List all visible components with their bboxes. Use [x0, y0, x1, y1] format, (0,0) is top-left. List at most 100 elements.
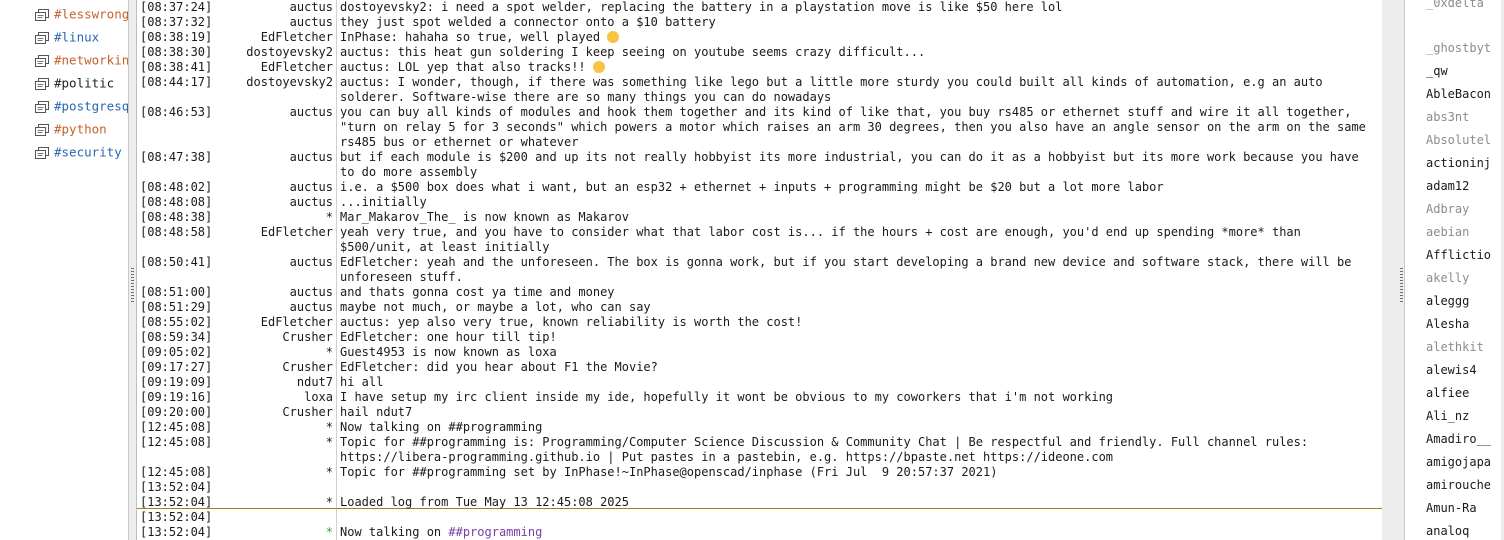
message-nick[interactable]: *	[201, 465, 333, 479]
message-text: EdFletcher: did you hear about F1 the Mo…	[340, 360, 658, 374]
message-text: auctus: yep also very true, known reliab…	[340, 315, 803, 329]
channel-label: #lesswrong	[54, 6, 129, 22]
left-splitter-grip[interactable]	[131, 268, 134, 302]
message-text: EdFletcher: yeah and the unforeseen. The…	[340, 255, 1359, 284]
message-text: auctus: this heat gun soldering I keep s…	[340, 45, 926, 59]
message-nick[interactable]: dostoyevsky2	[201, 75, 333, 89]
channel-icon	[34, 122, 50, 138]
user-list-item[interactable]: amigojapa	[1426, 455, 1491, 470]
message-text: yeah very true, and you have to consider…	[340, 225, 1309, 254]
user-list-item[interactable]: Adbray	[1426, 202, 1469, 217]
nick-column-separator	[336, 0, 337, 540]
user-list-item[interactable]: actioninj	[1426, 156, 1491, 171]
user-list-item[interactable]: alewis4	[1426, 363, 1477, 378]
message-text: hail ndut7	[340, 405, 413, 419]
message-nick[interactable]: auctus	[201, 285, 333, 299]
emoji-icon	[607, 31, 620, 43]
message-nick[interactable]: *	[201, 435, 333, 449]
user-list-item[interactable]: AbleBacon	[1426, 87, 1491, 102]
message-timestamp: [13:52:04]	[140, 510, 213, 524]
user-list-item[interactable]: Afflictio	[1426, 248, 1491, 263]
channel-label: #politic	[54, 75, 115, 91]
channel-label: #postgresql	[54, 98, 129, 114]
channel-item[interactable]: #python	[34, 119, 128, 139]
message-nick[interactable]: ndut7	[201, 375, 333, 389]
emoji-icon	[592, 61, 605, 73]
user-list-item[interactable]: alethkit	[1426, 340, 1484, 355]
channel-item[interactable]: #postgresql	[34, 96, 129, 116]
message-nick[interactable]: auctus	[201, 0, 333, 14]
channel-item[interactable]: #security	[34, 142, 128, 162]
message-text: Now talking on ##programming	[340, 525, 543, 539]
user-list-item[interactable]: adam12	[1426, 179, 1469, 194]
message-nick[interactable]: *	[201, 525, 333, 539]
message-nick[interactable]: *	[201, 495, 333, 509]
user-list-item[interactable]: Absolutel	[1426, 133, 1491, 148]
message-nick[interactable]: Crusher	[201, 360, 333, 374]
message-nick[interactable]: *	[201, 210, 333, 224]
message-text: auctus: LOL yep that also tracks!!	[340, 60, 1372, 75]
message-nick[interactable]: dostoyevsky2	[201, 45, 333, 59]
message-nick[interactable]: EdFletcher	[201, 30, 333, 44]
message-text: ...initially	[340, 195, 427, 209]
chat-text-area[interactable]: [08:37:24] auctus dostoyevsky2: i need a s…	[136, 0, 1383, 540]
message-text: EdFletcher: one hour till tip!	[340, 330, 557, 344]
message-text: they just spot welded a connector onto a…	[340, 15, 716, 29]
user-list-item[interactable]: alfiee	[1426, 386, 1469, 401]
message-text: Now talking on ##programming	[340, 420, 543, 434]
user-list-item[interactable]: _ghostbyt	[1426, 41, 1491, 56]
message-nick[interactable]: auctus	[201, 150, 333, 164]
message-nick[interactable]: auctus	[201, 15, 333, 29]
message-nick[interactable]: Crusher	[201, 405, 333, 419]
message-text: Topic for ##programming set by InPhase!~…	[340, 465, 998, 479]
message-text: you can buy all kinds of modules and hoo…	[340, 105, 1374, 149]
message-timestamp: [13:52:04]	[140, 480, 213, 494]
user-list-item[interactable]: analoq	[1426, 524, 1469, 539]
channel-icon	[34, 7, 50, 23]
channel-icon	[34, 145, 50, 161]
message-nick[interactable]: EdFletcher	[201, 225, 333, 239]
user-list-item[interactable]: Amun-Ra	[1426, 501, 1477, 516]
user-list-item[interactable]: aebian	[1426, 225, 1469, 240]
right-splitter-grip[interactable]	[1400, 268, 1403, 302]
message-text: and thats gonna cost ya time and money	[340, 285, 615, 299]
user-list-item[interactable]: Amadiro__	[1426, 432, 1491, 447]
message-text: I have setup my irc client inside my ide…	[340, 390, 1114, 404]
message-text: dostoyevsky2: i need a spot welder, repl…	[340, 0, 1063, 14]
channel-item[interactable]: #linux	[34, 27, 128, 47]
message-nick[interactable]: *	[201, 420, 333, 434]
message-text: InPhase: hahaha so true, well played	[340, 30, 1372, 45]
user-list-item[interactable]: akelly	[1426, 271, 1469, 286]
channel-item[interactable]: #lesswrong	[34, 4, 129, 24]
channel-link[interactable]: ##programming	[448, 525, 542, 539]
channel-tree: #lesswrong #linux #networking #politic #post…	[0, 0, 129, 540]
message-nick[interactable]: auctus	[201, 300, 333, 314]
message-text: but if each module is $200 and up its no…	[340, 150, 1366, 179]
channel-item[interactable]: #networking	[34, 50, 128, 70]
message-nick[interactable]: EdFletcher	[201, 315, 333, 329]
message-nick[interactable]: auctus	[201, 255, 333, 269]
user-list-item[interactable]: abs3nt	[1426, 110, 1469, 125]
user-list-item[interactable]: _qw	[1426, 64, 1448, 79]
user-list-item[interactable]: _0xdelta	[1426, 0, 1484, 11]
channel-item[interactable]: #politic	[34, 73, 128, 93]
message-text: auctus: I wonder, though, if there was s…	[340, 75, 1330, 104]
message-nick[interactable]: *	[201, 345, 333, 359]
user-list[interactable]: _0xdelta _ghostbyt _qw AbleBacon abs3nt Absol…	[1404, 0, 1501, 540]
message-text: maybe not much, or maybe a lot, who can …	[340, 300, 651, 314]
channel-label: #python	[54, 121, 107, 137]
channel-icon	[34, 99, 50, 115]
user-list-item[interactable]: Alesha	[1426, 317, 1469, 332]
message-nick[interactable]: auctus	[201, 195, 333, 209]
message-nick[interactable]: auctus	[201, 105, 333, 119]
message-text: Guest4953 is now known as loxa	[340, 345, 557, 359]
message-nick[interactable]: Crusher	[201, 330, 333, 344]
channel-icon	[34, 30, 50, 46]
user-list-item[interactable]: aleggg	[1426, 294, 1469, 309]
message-text: Topic for ##programming is: Programming/…	[340, 435, 1316, 464]
user-list-item[interactable]: amirouche	[1426, 478, 1491, 493]
message-nick[interactable]: loxa	[201, 390, 333, 404]
message-nick[interactable]: EdFletcher	[201, 60, 333, 74]
message-nick[interactable]: auctus	[201, 180, 333, 194]
user-list-item[interactable]: Ali_nz	[1426, 409, 1469, 424]
